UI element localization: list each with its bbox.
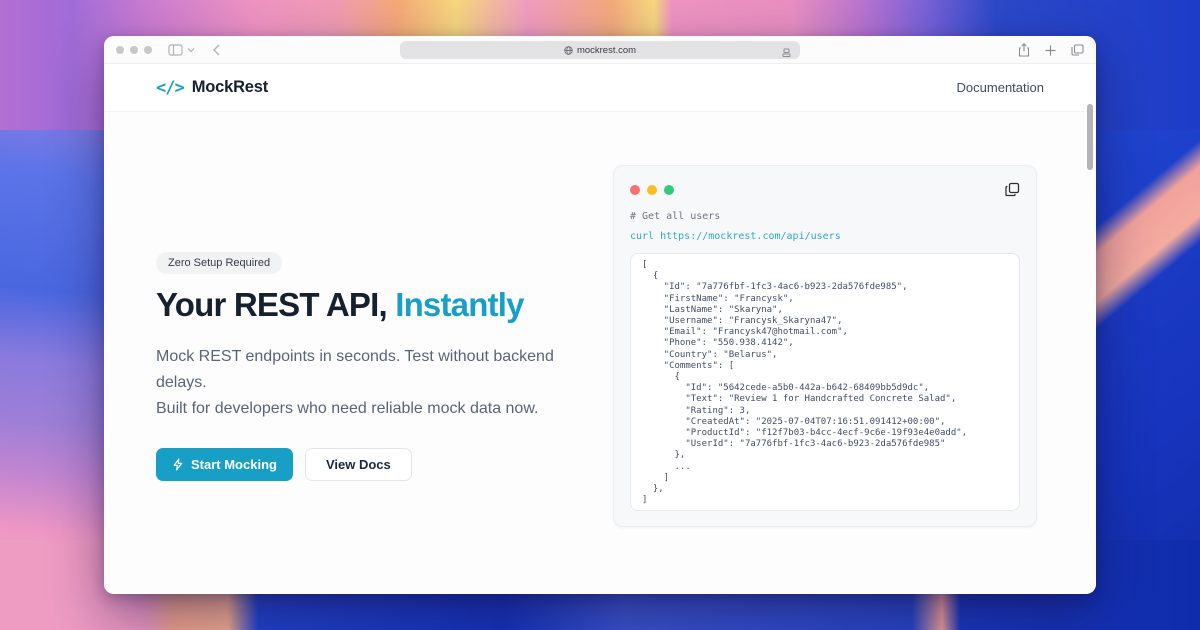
hero-badge: Zero Setup Required xyxy=(156,252,283,274)
sidebar-chevron-down-icon[interactable] xyxy=(187,47,195,53)
new-tab-icon[interactable] xyxy=(1045,45,1056,56)
brand-logo[interactable]: </> MockRest xyxy=(156,78,268,98)
hero-title-accent: Instantly xyxy=(395,286,524,323)
tab-overview-icon[interactable] xyxy=(1071,44,1084,56)
sidebar-toggle-icon[interactable] xyxy=(168,43,183,56)
terminal-dot-yellow xyxy=(647,184,657,195)
nav-documentation-link[interactable]: Documentation xyxy=(957,80,1044,95)
hero-section: Zero Setup Required Your REST API, Insta… xyxy=(156,252,606,481)
terminal-dots xyxy=(630,184,674,195)
browser-window: mockrest.com </> MockRest Documentation … xyxy=(104,36,1096,594)
window-minimize-button[interactable] xyxy=(130,45,138,54)
back-button[interactable] xyxy=(213,44,220,56)
start-mocking-button[interactable]: Start Mocking xyxy=(156,447,293,481)
cta-row: Start Mocking View Docs xyxy=(156,447,606,481)
terminal-dot-green xyxy=(664,184,674,195)
page-scrollbar[interactable] xyxy=(1087,104,1093,170)
share-icon[interactable] xyxy=(1018,43,1030,57)
copy-icon[interactable] xyxy=(1005,182,1020,197)
hero-title: Your REST API, Instantly xyxy=(156,286,606,324)
code-comment: # Get all users xyxy=(630,211,721,222)
terminal-dot-red xyxy=(630,184,640,195)
reader-icon[interactable] xyxy=(781,45,792,63)
page-main: Zero Setup Required Your REST API, Insta… xyxy=(104,112,1096,592)
lightning-bolt-icon xyxy=(172,458,184,471)
window-controls xyxy=(116,45,152,54)
code-panel: # Get all users curl https://mockrest.co… xyxy=(613,165,1037,527)
chrome-actions xyxy=(1018,36,1084,64)
hero-description: Mock REST endpoints in seconds. Test wit… xyxy=(156,348,554,417)
curl-command: curl https://mockrest.com/api/users xyxy=(630,231,841,242)
site-header: </> MockRest Documentation xyxy=(104,64,1096,112)
globe-icon xyxy=(564,45,573,55)
url-bar[interactable]: mockrest.com xyxy=(400,41,800,59)
json-response-box: [ { "Id": "7a776fbf-1fc3-4ac6-b923-2da57… xyxy=(630,253,1020,511)
browser-chrome: mockrest.com xyxy=(104,36,1096,64)
url-text: mockrest.com xyxy=(576,44,637,56)
code-brackets-icon: </> xyxy=(156,77,185,98)
view-docs-label: View Docs xyxy=(325,456,391,472)
start-mocking-label: Start Mocking xyxy=(191,456,277,472)
brand-name: MockRest xyxy=(191,78,269,96)
code-panel-header xyxy=(630,182,1020,197)
hero-title-prefix: Your REST API, xyxy=(156,286,396,323)
view-docs-button[interactable]: View Docs xyxy=(304,447,412,481)
window-zoom-button[interactable] xyxy=(144,45,152,54)
window-close-button[interactable] xyxy=(116,45,124,54)
json-response: [ { "Id": "7a776fbf-1fc3-4ac6-b923-2da57… xyxy=(642,260,968,506)
